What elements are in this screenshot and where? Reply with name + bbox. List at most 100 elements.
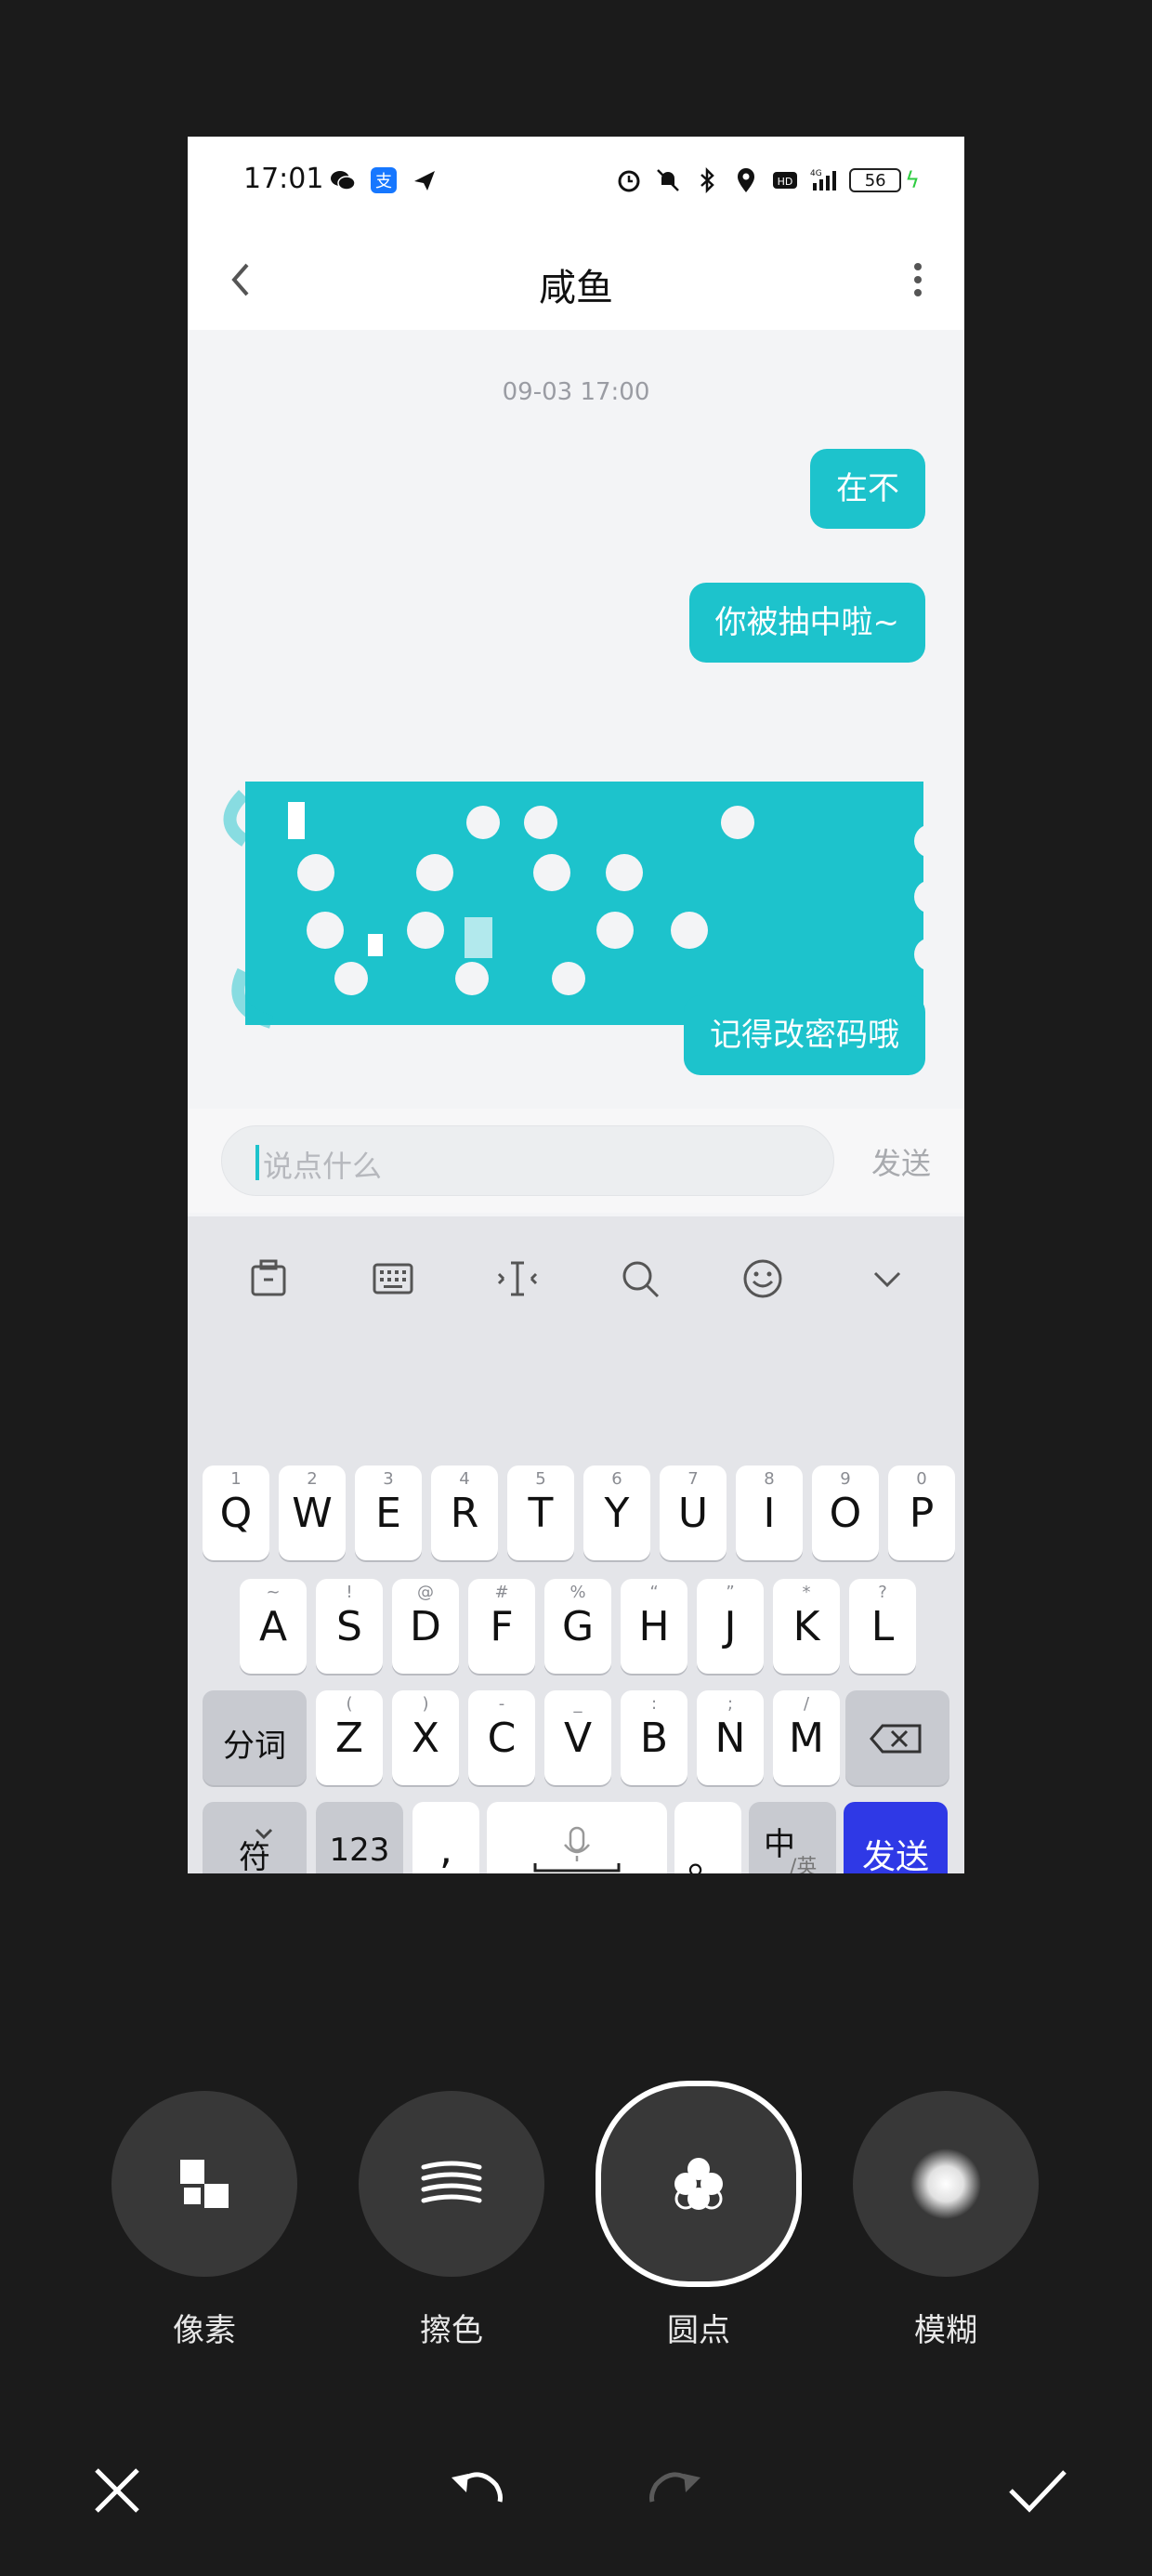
undo-icon[interactable] bbox=[440, 2453, 515, 2528]
keyboard: 1Q2W3E4R5T6Y7U8I9O0P ~ A! S @ D # F% G “H” J * K? L … bbox=[188, 1216, 964, 1873]
battery-indicator: 56 ϟ bbox=[849, 167, 920, 193]
key-h[interactable]: “H bbox=[621, 1579, 687, 1674]
chevron-down-icon[interactable] bbox=[864, 1255, 910, 1302]
mosaic-tool-bar: 像素 擦色 圆点 模糊 bbox=[0, 2081, 1152, 2349]
cursor-move-icon[interactable] bbox=[494, 1255, 541, 1302]
search-icon[interactable] bbox=[617, 1255, 663, 1302]
key-k[interactable]: * K bbox=[773, 1579, 840, 1674]
microphone-icon bbox=[533, 1826, 621, 1873]
notification-icons: 支 bbox=[329, 166, 439, 194]
key-p[interactable]: 0P bbox=[888, 1465, 955, 1560]
key-l[interactable]: ? L bbox=[849, 1579, 916, 1674]
language-switch-key[interactable]: 中 /英 bbox=[749, 1802, 836, 1873]
smear-tool-button[interactable] bbox=[359, 2091, 544, 2277]
keyboard-row-2: ~ A! S @ D # F% G “H” J * K? L bbox=[188, 1579, 964, 1676]
keyboard-layout-icon[interactable] bbox=[370, 1255, 416, 1302]
message-input-bar: 说点什么 发送 bbox=[188, 1109, 964, 1213]
message-bubble[interactable]: 在不 bbox=[810, 449, 925, 529]
keyboard-row-4: 符 123 , 。 中 /英 发送 bbox=[188, 1802, 964, 1873]
message-bubble[interactable]: 记得改密码哦 bbox=[684, 995, 925, 1075]
dots-icon bbox=[674, 2158, 723, 2210]
key-q[interactable]: 1Q bbox=[203, 1465, 269, 1560]
key-e[interactable]: 3E bbox=[355, 1465, 422, 1560]
more-icon[interactable] bbox=[909, 254, 927, 306]
clipboard-icon[interactable] bbox=[245, 1255, 292, 1302]
message-input[interactable]: 说点什么 bbox=[221, 1125, 834, 1196]
key-hint: @ bbox=[417, 1583, 434, 1602]
send-button[interactable]: 发送 bbox=[871, 1140, 931, 1183]
key-z[interactable]: (Z bbox=[316, 1690, 383, 1785]
key-hint: 7 bbox=[687, 1469, 699, 1489]
key-n[interactable]: ; N bbox=[697, 1690, 764, 1785]
message-timestamp: 09-03 17:00 bbox=[502, 378, 650, 406]
key-hint: 3 bbox=[383, 1469, 394, 1489]
key-v[interactable]: _ V bbox=[544, 1690, 611, 1785]
backspace-key[interactable] bbox=[845, 1690, 949, 1785]
key-a[interactable]: ~ A bbox=[240, 1579, 307, 1674]
pixel-tool-button[interactable] bbox=[111, 2091, 297, 2277]
key-hint: ” bbox=[726, 1583, 735, 1602]
mute-icon bbox=[657, 169, 680, 191]
key-label: V bbox=[563, 1715, 593, 1762]
key-label: T bbox=[528, 1490, 554, 1537]
keyboard-toolbar bbox=[188, 1235, 964, 1322]
key-x[interactable]: ) X bbox=[392, 1690, 459, 1785]
key-r[interactable]: 4R bbox=[431, 1465, 498, 1560]
key-c[interactable]: -C bbox=[468, 1690, 535, 1785]
key-y[interactable]: 6Y bbox=[583, 1465, 650, 1560]
send-arrow-icon bbox=[414, 171, 435, 191]
key-hint: / bbox=[803, 1694, 810, 1714]
charging-icon: ϟ bbox=[905, 167, 920, 193]
battery-level: 56 bbox=[849, 168, 902, 192]
key-t[interactable]: 5T bbox=[507, 1465, 574, 1560]
keyboard-send-key[interactable]: 发送 bbox=[844, 1802, 948, 1873]
key-hint: 6 bbox=[611, 1469, 622, 1489]
key-o[interactable]: 9O bbox=[812, 1465, 879, 1560]
emoji-icon[interactable] bbox=[740, 1255, 786, 1302]
redo-icon[interactable] bbox=[637, 2453, 712, 2528]
chat-title: 咸鱼 bbox=[539, 267, 613, 309]
key-label: F bbox=[490, 1603, 514, 1650]
key-label: I bbox=[763, 1490, 776, 1537]
editor-bottom-bar bbox=[0, 2453, 1152, 2537]
key-hint: # bbox=[494, 1583, 509, 1602]
key-d[interactable]: @ D bbox=[392, 1579, 459, 1674]
key-m[interactable]: / M bbox=[773, 1690, 840, 1785]
dots-tool-button[interactable] bbox=[596, 2081, 802, 2287]
collapse-keyboard-icon[interactable] bbox=[249, 1819, 279, 1848]
key-hint: “ bbox=[649, 1583, 659, 1602]
key-label: W bbox=[292, 1490, 333, 1537]
key-hint: ; bbox=[727, 1694, 734, 1714]
key-b[interactable]: :B bbox=[621, 1690, 687, 1785]
key-label: U bbox=[677, 1490, 709, 1537]
bluetooth-icon bbox=[700, 166, 714, 194]
key-j[interactable]: ” J bbox=[697, 1579, 764, 1674]
key-hint: * bbox=[802, 1583, 811, 1602]
key-hint: 1 bbox=[230, 1469, 242, 1489]
period-key[interactable]: 。 bbox=[674, 1802, 741, 1873]
key-label: G bbox=[561, 1603, 595, 1650]
dots-tool-label: 圆点 bbox=[667, 2312, 730, 2349]
key-hint: 5 bbox=[535, 1469, 546, 1489]
key-f[interactable]: # F bbox=[468, 1579, 535, 1674]
keyboard-row-1: 1Q2W3E4R5T6Y7U8I9O0P bbox=[188, 1465, 964, 1562]
fenci-key[interactable]: 分词 bbox=[203, 1690, 307, 1785]
number-key[interactable]: 123 bbox=[316, 1802, 403, 1873]
space-key[interactable] bbox=[487, 1802, 667, 1873]
key-i[interactable]: 8I bbox=[736, 1465, 803, 1560]
key-w[interactable]: 2W bbox=[279, 1465, 346, 1560]
smear-tool-label: 擦色 bbox=[420, 2312, 483, 2349]
svg-text:HD: HD bbox=[778, 176, 793, 188]
key-label: N bbox=[714, 1715, 746, 1762]
close-icon[interactable] bbox=[80, 2453, 154, 2528]
system-icons: HD 4G 56 ϟ bbox=[615, 166, 920, 194]
key-label: D bbox=[410, 1603, 441, 1650]
key-g[interactable]: % G bbox=[544, 1579, 611, 1674]
key-u[interactable]: 7U bbox=[660, 1465, 727, 1560]
pixel-icon bbox=[180, 2160, 229, 2208]
confirm-check-icon[interactable] bbox=[1000, 2453, 1074, 2528]
message-bubble[interactable]: 你被抽中啦~ bbox=[688, 583, 925, 663]
comma-key[interactable]: , bbox=[412, 1802, 479, 1873]
blur-tool-button[interactable] bbox=[853, 2091, 1039, 2277]
key-s[interactable]: ! S bbox=[316, 1579, 383, 1674]
